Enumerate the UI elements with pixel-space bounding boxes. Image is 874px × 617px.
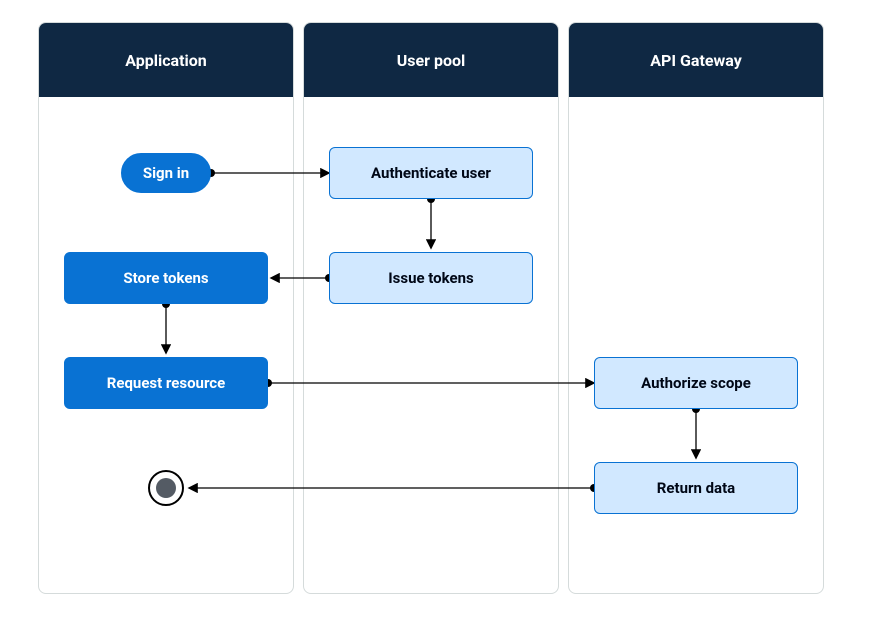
node-request-resource: Request resource	[64, 357, 268, 409]
lane-header-userpool: User pool	[304, 23, 558, 97]
lane-application: Application	[38, 22, 294, 594]
node-store-tokens: Store tokens	[64, 252, 268, 304]
node-authenticate-user: Authenticate user	[329, 147, 533, 199]
flow-diagram: Application User pool API Gateway	[0, 0, 874, 617]
node-issue-tokens: Issue tokens	[329, 252, 533, 304]
node-authorize-scope: Authorize scope	[594, 357, 798, 409]
lane-userpool: User pool	[303, 22, 559, 594]
lane-header-application: Application	[39, 23, 293, 97]
node-sign-in: Sign in	[121, 153, 211, 193]
lane-header-apigateway: API Gateway	[569, 23, 823, 97]
end-dot	[156, 478, 176, 498]
node-return-data: Return data	[594, 462, 798, 514]
